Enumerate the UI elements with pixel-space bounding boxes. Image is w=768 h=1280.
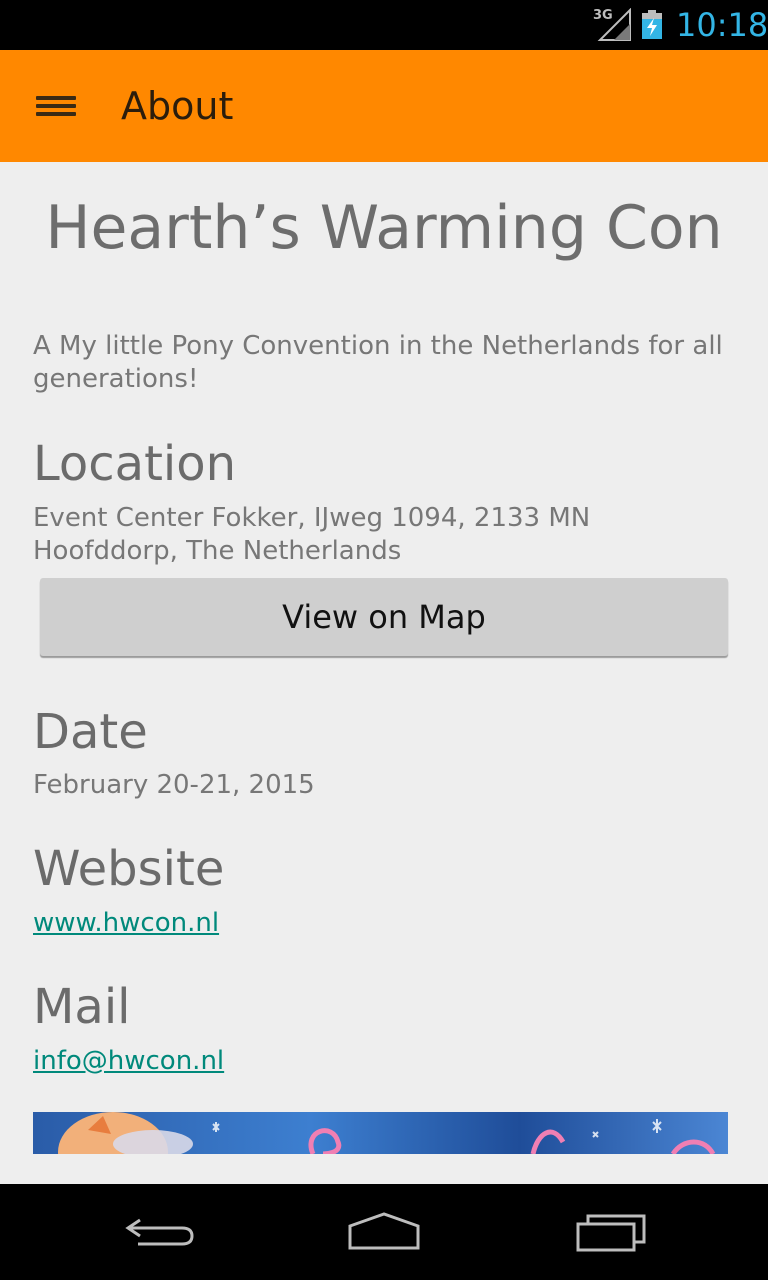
about-content[interactable]: Hearth’s Warming Con A My little Pony Co… — [0, 162, 768, 1184]
view-on-map-button[interactable]: View on Map — [40, 578, 728, 656]
navigation-bar — [0, 1184, 768, 1280]
mail-link[interactable]: info@hwcon.nl — [33, 1045, 224, 1078]
location-address: Event Center Fokker, IJweg 1094, 2133 MN… — [33, 503, 591, 566]
date-title: Date — [33, 704, 148, 760]
home-icon[interactable] — [344, 1210, 424, 1254]
mail-title: Mail — [33, 979, 131, 1035]
status-bar: 3G 10:18 — [0, 0, 768, 50]
signal-icon — [597, 8, 631, 41]
location-title: Location — [33, 436, 237, 492]
recent-apps-icon[interactable] — [570, 1210, 650, 1254]
battery-charging-icon — [642, 10, 662, 39]
website-link[interactable]: www.hwcon.nl — [33, 907, 219, 940]
menu-icon[interactable] — [30, 86, 82, 126]
convention-description: A My little Pony Convention in the Nethe… — [33, 331, 723, 394]
convention-title: Hearth’s Warming Con — [45, 193, 723, 263]
website-title: Website — [33, 841, 225, 897]
clock: 10:18 — [676, 6, 768, 44]
convention-banner-image — [33, 1112, 728, 1154]
page-title: About — [121, 84, 234, 128]
back-icon[interactable] — [120, 1210, 200, 1254]
date-text: February 20-21, 2015 — [33, 770, 315, 800]
app-bar: About — [0, 50, 768, 162]
